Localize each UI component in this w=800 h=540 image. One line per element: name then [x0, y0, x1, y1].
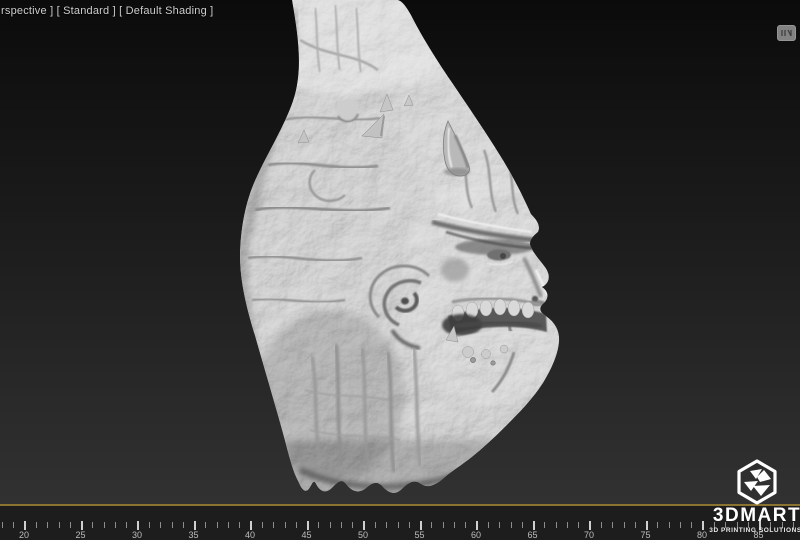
ruler-tick-minor [228, 522, 229, 528]
ruler-tick-major [250, 521, 252, 530]
ruler-tick-minor [239, 522, 240, 528]
ruler-tick-minor [657, 522, 658, 528]
ruler-label: 45 [301, 530, 311, 540]
ruler-tick-minor [511, 522, 512, 528]
ruler-tick-major [24, 521, 26, 530]
ruler-tick-major [194, 521, 196, 530]
ruler-tick-minor [273, 522, 274, 528]
ruler-tick-minor [522, 522, 523, 528]
ruler-tick-minor [341, 522, 342, 528]
ruler-label: 30 [132, 530, 142, 540]
ruler-tick-major [533, 521, 535, 530]
ruler-label: 20 [19, 530, 29, 540]
ruler-tick-minor [172, 522, 173, 528]
ruler-tick-minor [544, 522, 545, 528]
ruler-tick-minor [285, 522, 286, 528]
ruler-tick-major [81, 521, 83, 530]
ruler-tick-minor [691, 522, 692, 528]
ruler-tick-minor [92, 522, 93, 528]
ruler-label: 25 [75, 530, 85, 540]
track-bar[interactable]: 2025303540455055606570758085 [0, 504, 800, 540]
ruler-label: 35 [188, 530, 198, 540]
ruler-tick-major [137, 521, 139, 530]
viewport-canvas[interactable] [0, 0, 800, 540]
ruler-tick-minor [149, 522, 150, 528]
viewport-label[interactable]: rspective ] [ Standard ] [ Default Shadi… [1, 5, 213, 17]
ruler-tick-minor [330, 522, 331, 528]
ruler-tick-minor [126, 522, 127, 528]
ruler-tick-minor [398, 522, 399, 528]
viewport-widget-icon[interactable] [777, 25, 796, 41]
ruler-tick-minor [454, 522, 455, 528]
ruler-tick-minor [624, 522, 625, 528]
ruler-label: 75 [640, 530, 650, 540]
logo-title: 3DMART [712, 507, 800, 525]
ruler-tick-minor [409, 522, 410, 528]
ruler-tick-minor [160, 522, 161, 528]
ruler-label: 50 [358, 530, 368, 540]
ruler-tick-minor [13, 522, 14, 528]
ruler-tick-minor [115, 522, 116, 528]
ruler-tick-minor [443, 522, 444, 528]
ruler-tick-major [307, 521, 309, 530]
grip-glyph-icon [780, 28, 793, 38]
ruler-tick-minor [59, 522, 60, 528]
ruler-tick-minor [386, 522, 387, 528]
ruler-tick-minor [296, 522, 297, 528]
ruler-label: 70 [584, 530, 594, 540]
ruler-tick-minor [612, 522, 613, 528]
ruler-tick-major [420, 521, 422, 530]
ruler-tick-major [589, 521, 591, 530]
hexagon-gem-icon [734, 458, 780, 506]
ruler-tick-minor [578, 522, 579, 528]
ruler-tick-minor [556, 522, 557, 528]
logo-subtitle: 3D PRINTING SOLUTIONS [709, 527, 800, 534]
ruler-tick-minor [318, 522, 319, 528]
ruler-tick-minor [680, 522, 681, 528]
ruler-tick-minor [70, 522, 71, 528]
ruler-label: 60 [471, 530, 481, 540]
ruler-tick-major [646, 521, 648, 530]
ruler-label: 40 [245, 530, 255, 540]
ruler-label: 65 [527, 530, 537, 540]
ruler-tick-minor [47, 522, 48, 528]
ruler-tick-minor [488, 522, 489, 528]
ruler-tick-minor [499, 522, 500, 528]
ruler-tick-minor [601, 522, 602, 528]
ruler-tick-minor [567, 522, 568, 528]
ruler-tick-minor [2, 522, 3, 528]
ruler-tick-minor [183, 522, 184, 528]
ruler-tick-major [363, 521, 365, 530]
ruler-tick-minor [217, 522, 218, 528]
ruler-tick-minor [635, 522, 636, 528]
ruler-tick-minor [36, 522, 37, 528]
ruler-tick-minor [352, 522, 353, 528]
ruler-tick-minor [205, 522, 206, 528]
ruler-tick-minor [431, 522, 432, 528]
ruler-label: 55 [414, 530, 424, 540]
ruler-label: 80 [697, 530, 707, 540]
brand-watermark: 3DMART 3D PRINTING SOLUTIONS [712, 458, 800, 534]
ruler-tick-minor [669, 522, 670, 528]
demon-head-model[interactable] [0, 0, 800, 540]
ruler-tick-minor [465, 522, 466, 528]
ruler-tick-major [476, 521, 478, 530]
ruler-tick-minor [375, 522, 376, 528]
ruler-tick-minor [262, 522, 263, 528]
ruler-tick-minor [104, 522, 105, 528]
ruler-tick-major [702, 521, 704, 530]
